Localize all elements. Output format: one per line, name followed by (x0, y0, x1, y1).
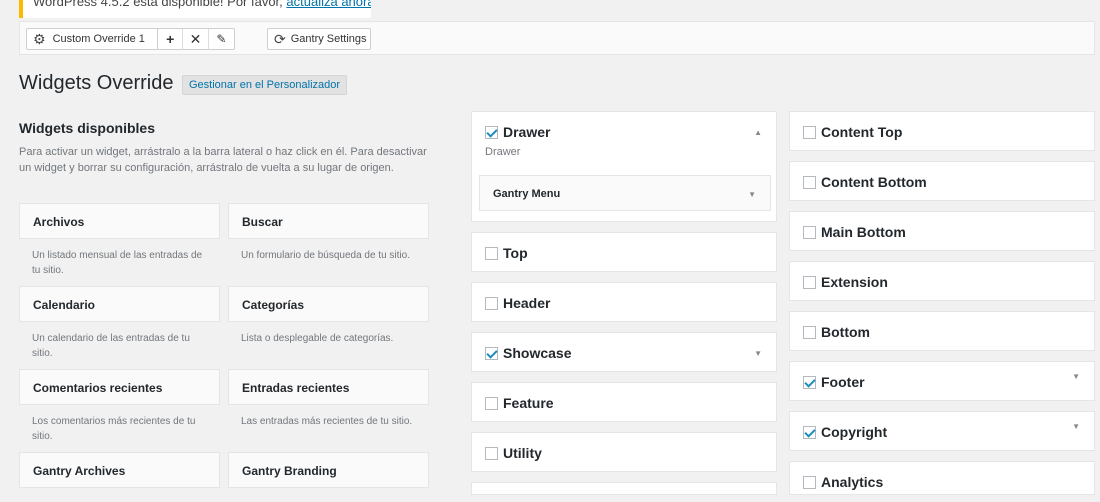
widget-calendario[interactable]: Calendario (19, 286, 220, 322)
widget-desc: Los comentarios más recientes de tu siti… (32, 416, 196, 442)
plus-icon[interactable]: + (158, 29, 184, 49)
sidebar-area-feature: Feature (471, 382, 777, 422)
area-checkbox[interactable] (485, 125, 498, 139)
sidebar-area-utility: Utility (471, 432, 777, 472)
sidebar-area-name: Content Top (821, 124, 903, 140)
sidebar-area-name: Showcase (503, 345, 572, 361)
sidebar-area-content-bottom: Content Bottom (789, 161, 1095, 201)
sidebar-area-name: Footer (821, 374, 865, 390)
sidebar-area-description: Drawer (485, 146, 521, 158)
sidebar-area-header-row[interactable]: Header (472, 283, 776, 323)
override-select-label: Custom Override 1 (52, 33, 145, 45)
widget-desc: Lista o desplegable de categorías. (241, 333, 394, 344)
sync-icon: ⟳ (274, 30, 286, 47)
sidebar-area-header[interactable]: Footer ▼ (790, 362, 1094, 402)
area-checkbox[interactable] (803, 125, 816, 139)
gantry-toolbar: ⚙ Custom Override 1 ▼ + ✕ ✎ ⟳ Gantry Set… (19, 21, 1095, 55)
widget-comentarios-recientes[interactable]: Comentarios recientes (19, 369, 220, 405)
sidebar-area-header[interactable]: Copyright ▼ (790, 412, 1094, 452)
widget-desc: Un formulario de búsqueda de tu sitio. (241, 250, 410, 261)
pencil-icon[interactable]: ✎ (209, 29, 234, 49)
sidebar-area-extension: Extension (789, 261, 1095, 301)
gantry-settings-label: Gantry Settings (290, 33, 367, 45)
sidebar-area-header[interactable]: Feature (472, 383, 776, 423)
update-notice: WordPress 4.5.2 está disponible! Por fav… (19, 0, 371, 18)
sidebar-area-name: Feature (503, 395, 554, 411)
area-checkbox[interactable] (485, 346, 498, 360)
available-widgets-description: Para activar un widget, arrástralo a la … (19, 146, 427, 174)
sidebar-area-header[interactable]: Extension (790, 262, 1094, 302)
sidebar-area-name: Content Bottom (821, 174, 927, 190)
sidebar-area-main-bottom: Main Bottom (789, 211, 1095, 251)
close-icon[interactable]: ✕ (183, 29, 209, 49)
sidebar-area-header[interactable]: Utility (472, 433, 776, 473)
sidebar-area-copyright: Copyright ▼ (789, 411, 1095, 451)
caret-down-icon[interactable]: ▼ (748, 190, 756, 199)
sidebar-area-footer: Footer ▼ (789, 361, 1095, 401)
sidebar-area-bottom: Bottom (789, 311, 1095, 351)
area-checkbox[interactable] (803, 475, 816, 489)
widget-categorias[interactable]: Categorías (228, 286, 429, 322)
sidebar-area-header[interactable]: Content Top (790, 112, 1094, 152)
sidebar-area-header[interactable]: Showcase ▼ (472, 333, 776, 373)
sidebar-area-name: Header (503, 295, 551, 311)
update-now-link[interactable]: actualiza ahora (286, 0, 371, 9)
sidebar-area-name: Extension (821, 274, 888, 290)
customizer-button[interactable]: Gestionar en el Personalizador (182, 75, 348, 95)
caret-down-icon[interactable]: ▼ (1072, 372, 1080, 381)
sidebar-area-name: Bottom (821, 324, 870, 340)
chevron-up-icon[interactable]: ▲ (754, 128, 762, 137)
gear-icon: ⚙ (33, 30, 46, 47)
caret-down-icon[interactable]: ▼ (1072, 422, 1080, 431)
sidebar-area-header[interactable]: Bottom (790, 312, 1094, 352)
area-checkbox[interactable] (803, 175, 816, 189)
sidebar-area-name: Main Bottom (821, 224, 906, 240)
sidebar-area-header[interactable]: Main Bottom (790, 212, 1094, 252)
widget-archivos[interactable]: Archivos (19, 203, 220, 239)
sidebar-area-name: Copyright (821, 424, 888, 440)
sidebar-area-name: Top (503, 245, 528, 261)
area-checkbox[interactable] (485, 396, 498, 410)
sidebar-area-header[interactable]: Content Bottom (790, 162, 1094, 202)
sidebar-area-showcase: Showcase ▼ (471, 332, 777, 372)
widget-entradas-recientes[interactable]: Entradas recientes (228, 369, 429, 405)
area-checkbox[interactable] (803, 325, 816, 339)
area-checkbox[interactable] (803, 425, 816, 439)
sidebar-area-content-top: Content Top (789, 111, 1095, 151)
sidebar-area-top: Top (471, 232, 777, 272)
area-checkbox[interactable] (485, 296, 498, 310)
widget-gantry-archives[interactable]: Gantry Archives (19, 452, 220, 488)
gantry-settings-button[interactable]: ⟳ Gantry Settings (267, 28, 371, 50)
widget-desc: Un listado mensual de las entradas de tu… (32, 250, 203, 276)
area-widget-gantry-menu[interactable]: Gantry Menu ▼ (479, 175, 771, 211)
sidebar-area-name: Utility (503, 445, 542, 461)
area-widget-label: Gantry Menu (493, 188, 561, 200)
page-title: Widgets Override (19, 72, 174, 94)
update-notice-text: WordPress 4.5.2 está disponible! Por fav… (33, 0, 287, 9)
sidebar-area-header[interactable]: Top (472, 233, 776, 273)
sidebar-area-drawer: Drawer ▲ Drawer Gantry Menu ▼ (471, 111, 777, 222)
available-widgets-title: Widgets disponibles (19, 120, 155, 136)
override-select[interactable]: ⚙ Custom Override 1 (26, 28, 175, 50)
sidebar-area-partial (471, 482, 777, 495)
sidebar-area-name: Drawer (503, 124, 551, 140)
area-checkbox[interactable] (803, 275, 816, 289)
caret-down-icon[interactable]: ▼ (754, 349, 762, 358)
widget-buscar[interactable]: Buscar (228, 203, 429, 239)
area-checkbox[interactable] (803, 375, 816, 389)
widget-desc: Un calendario de las entradas de tu siti… (32, 333, 190, 359)
widget-gantry-branding[interactable]: Gantry Branding (228, 452, 429, 488)
sidebar-area-header[interactable]: Analytics (790, 462, 1094, 502)
override-actions: + ✕ ✎ (157, 28, 235, 50)
sidebar-area-name: Analytics (821, 474, 884, 490)
area-checkbox[interactable] (485, 246, 498, 260)
widget-desc: Las entradas más recientes de tu sitio. (241, 416, 413, 427)
area-checkbox[interactable] (485, 446, 498, 460)
sidebar-area-header: Header (471, 282, 777, 322)
area-checkbox[interactable] (803, 225, 816, 239)
sidebar-area-analytics: Analytics (789, 461, 1095, 495)
